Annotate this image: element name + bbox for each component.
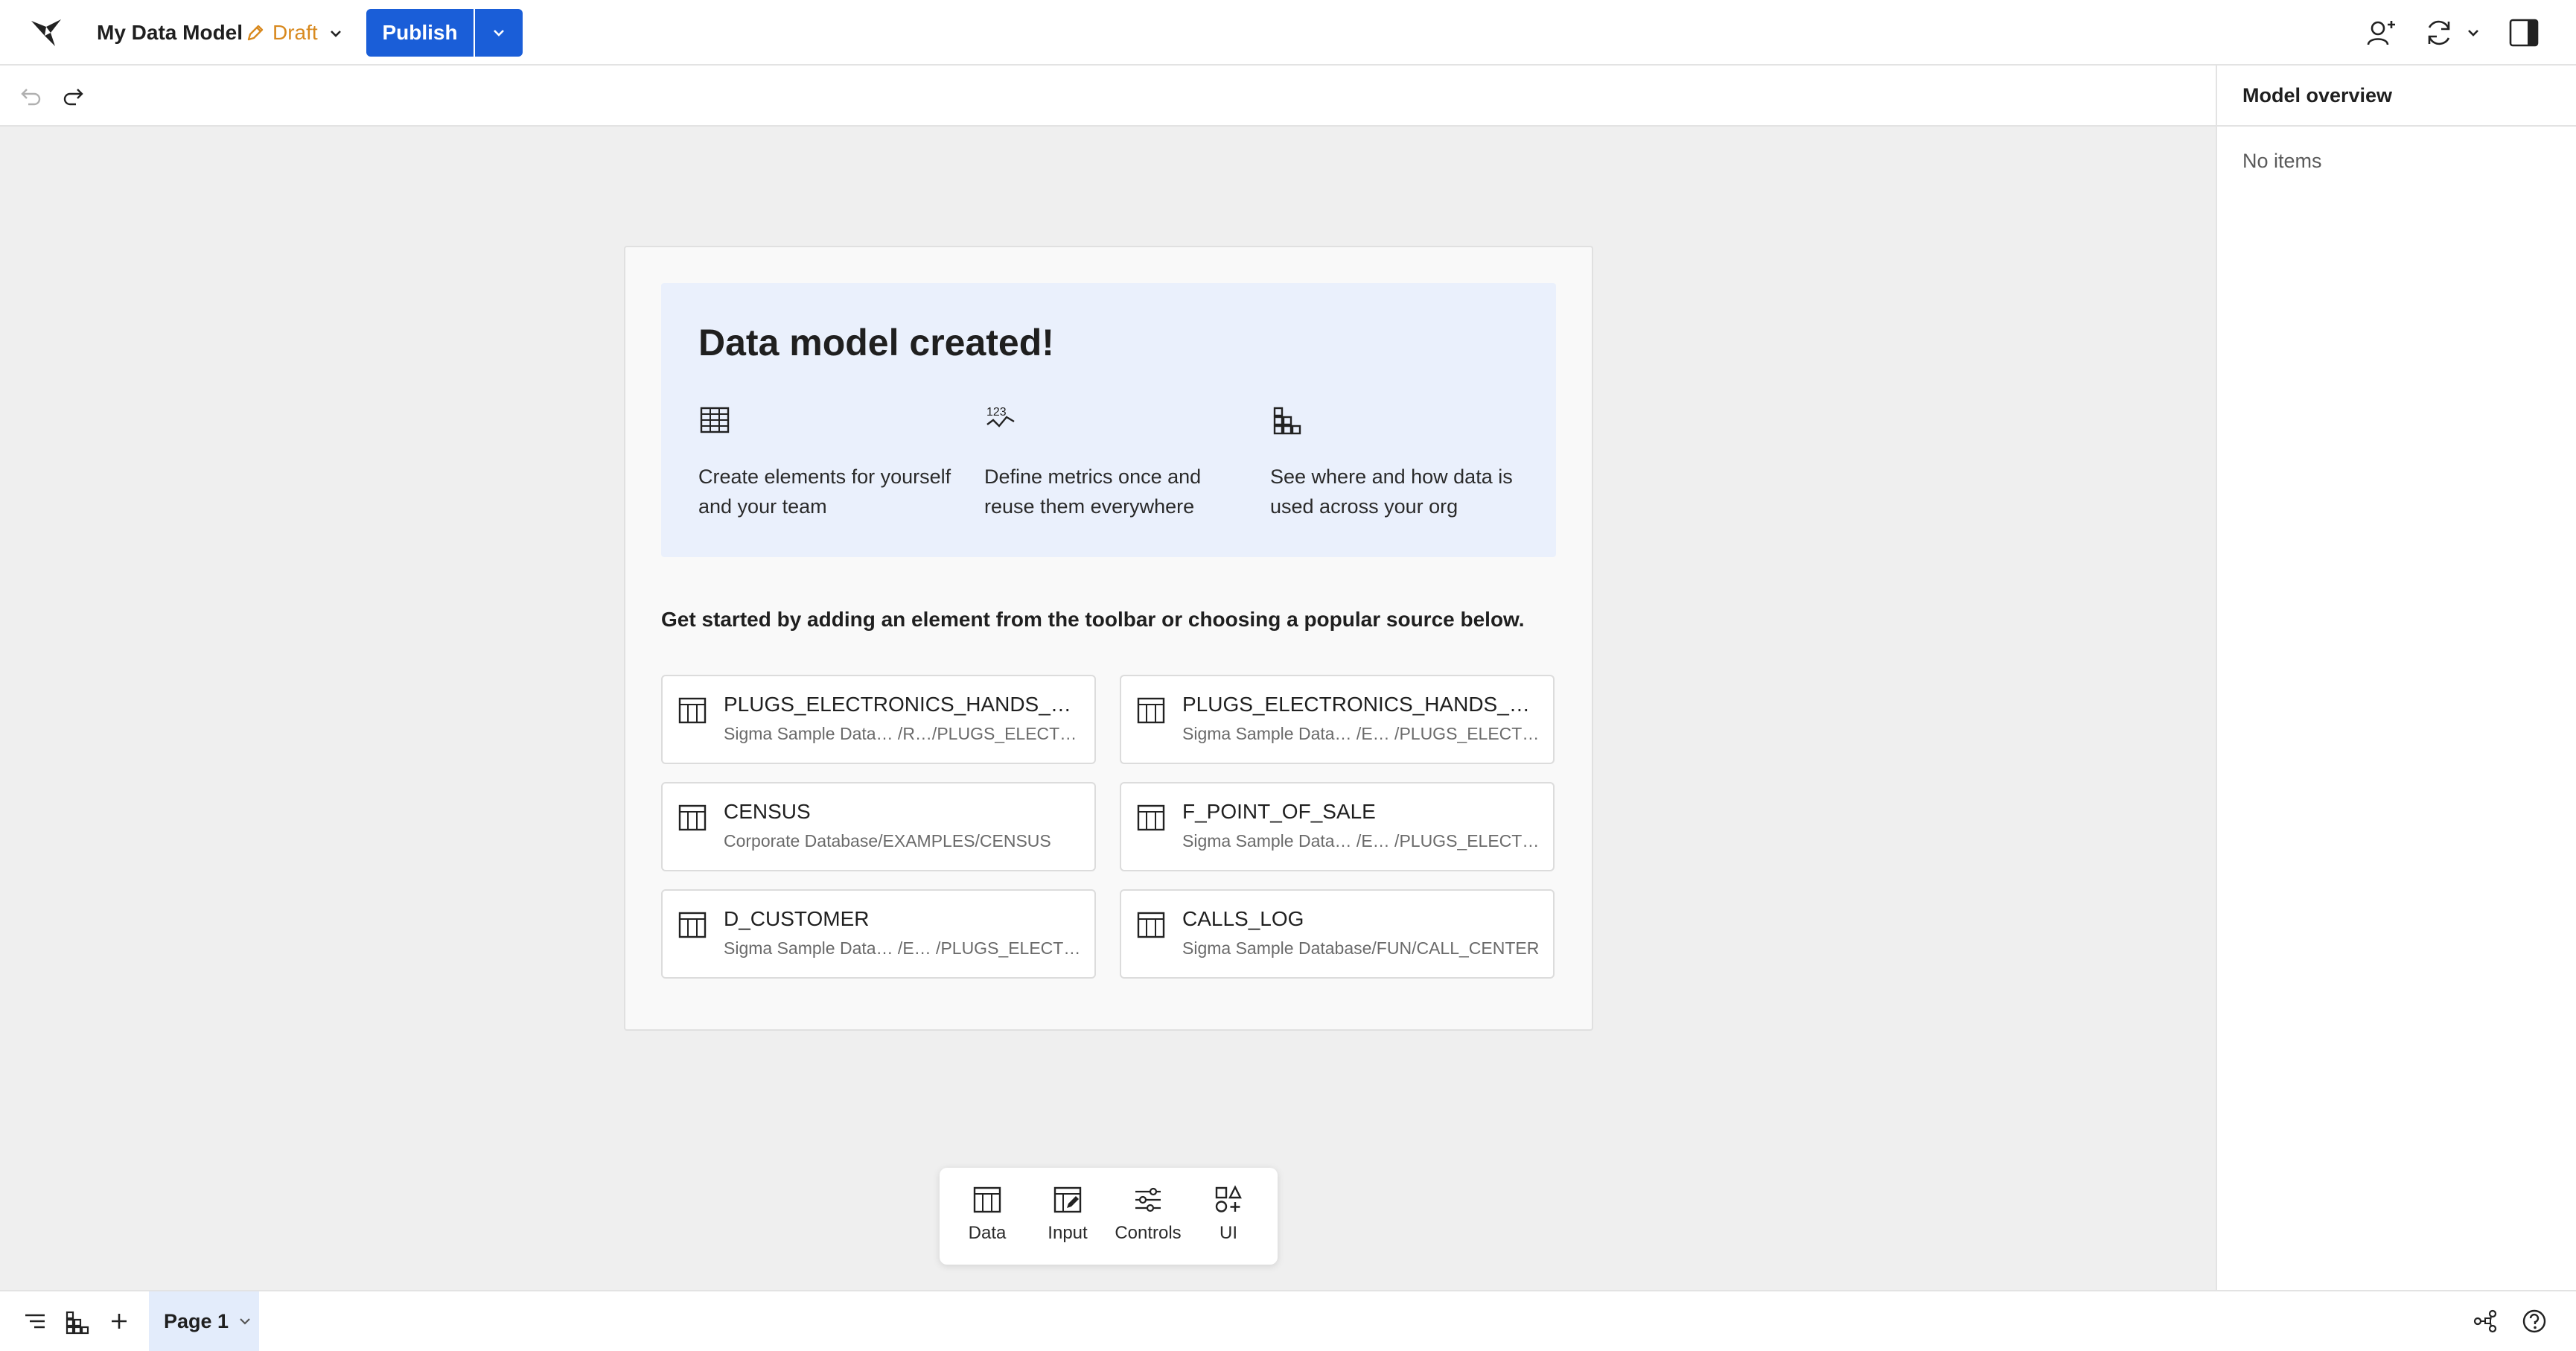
table-grid-icon bbox=[698, 404, 731, 436]
source-path: Sigma Sample Data… /E… /PLUGS_ELECTRO… bbox=[1182, 831, 1540, 851]
source-path: Sigma Sample Database/FUN/CALL_CENTER bbox=[1182, 938, 1540, 958]
table-icon bbox=[678, 696, 707, 725]
redo-icon[interactable] bbox=[61, 85, 85, 106]
table-icon bbox=[1136, 910, 1166, 940]
toolbar-label: Data bbox=[968, 1223, 1007, 1243]
empty-state-text: No items bbox=[2242, 150, 2322, 172]
source-card[interactable]: D_CUSTOMER Sigma Sample Data… /E… /PLUGS… bbox=[661, 889, 1096, 979]
feature-text: Define metrics once and reuse them every… bbox=[984, 465, 1202, 518]
edit-bar bbox=[0, 66, 2216, 127]
refresh-icon[interactable] bbox=[2421, 16, 2457, 49]
sliders-icon bbox=[1132, 1184, 1164, 1215]
source-name: CENSUS bbox=[724, 800, 811, 823]
table-icon bbox=[678, 803, 707, 833]
pencil-icon bbox=[246, 23, 265, 42]
feature-text: See where and how data is used across yo… bbox=[1270, 465, 1513, 518]
chevron-down-icon[interactable] bbox=[237, 1314, 252, 1329]
svg-text:123: 123 bbox=[986, 406, 1007, 419]
source-card[interactable]: F_POINT_OF_SALE Sigma Sample Data… /E… /… bbox=[1120, 782, 1555, 871]
publish-options-button[interactable] bbox=[475, 9, 523, 57]
draft-status[interactable]: Draft bbox=[246, 19, 318, 46]
lineage-icon bbox=[1270, 404, 1303, 436]
table-icon bbox=[972, 1184, 1003, 1215]
publish-button-group: Publish bbox=[366, 9, 523, 57]
source-path: Sigma Sample Data… /E… /PLUGS_ELECTRO… bbox=[1182, 724, 1540, 743]
input-table-icon bbox=[1052, 1184, 1083, 1215]
help-icon[interactable] bbox=[2521, 1308, 2548, 1335]
chevron-down-icon[interactable] bbox=[328, 25, 344, 42]
publish-button[interactable]: Publish bbox=[366, 9, 474, 57]
toolbar-ui-button[interactable]: UI bbox=[1191, 1184, 1266, 1251]
page-tab-label: Page 1 bbox=[164, 1309, 229, 1332]
source-name: CALLS_LOG bbox=[1182, 907, 1304, 930]
source-name: PLUGS_ELECTRONICS_HANDS_ON_L… bbox=[1182, 693, 1540, 716]
source-name: PLUGS_ELECTRONICS_HANDS_ON_L… bbox=[724, 693, 1081, 716]
lineage-icon[interactable] bbox=[64, 1309, 89, 1335]
list-icon[interactable] bbox=[24, 1311, 46, 1332]
source-card[interactable]: CALLS_LOG Sigma Sample Database/FUN/CALL… bbox=[1120, 889, 1555, 979]
table-icon bbox=[1136, 696, 1166, 725]
toolbar-label: Input bbox=[1048, 1223, 1088, 1243]
source-card[interactable]: PLUGS_ELECTRONICS_HANDS_ON_L… Sigma Samp… bbox=[661, 675, 1096, 764]
toolbar-label: UI bbox=[1220, 1223, 1237, 1243]
bottom-bar: Page 1 bbox=[0, 1290, 2576, 1351]
page-tab[interactable]: Page 1 bbox=[149, 1291, 259, 1351]
source-card[interactable]: CENSUS Corporate Database/EXAMPLES/CENSU… bbox=[661, 782, 1096, 871]
toolbar-label: Controls bbox=[1115, 1223, 1182, 1243]
feature-text: Create elements for yourself and your te… bbox=[698, 465, 951, 518]
source-card[interactable]: PLUGS_ELECTRONICS_HANDS_ON_L… Sigma Samp… bbox=[1120, 675, 1555, 764]
welcome-title: Data model created! bbox=[698, 322, 1054, 363]
metrics-123-icon: 123 bbox=[984, 402, 1017, 435]
undo-icon[interactable] bbox=[19, 85, 43, 106]
toolbar-data-button[interactable]: Data bbox=[950, 1184, 1024, 1251]
panel-toggle-icon[interactable] bbox=[2506, 16, 2542, 49]
table-icon bbox=[1136, 803, 1166, 833]
panel-title: Model overview bbox=[2242, 84, 2393, 107]
element-toolbar: Data Input Controls UI bbox=[940, 1168, 1278, 1265]
chevron-down-icon[interactable] bbox=[2463, 22, 2484, 43]
ui-shapes-icon bbox=[1213, 1184, 1244, 1215]
toolbar-input-button[interactable]: Input bbox=[1030, 1184, 1105, 1251]
sigma-logo-icon[interactable] bbox=[28, 16, 66, 49]
document-title[interactable]: My Data Model bbox=[97, 19, 243, 46]
source-name: F_POINT_OF_SALE bbox=[1182, 800, 1376, 823]
source-path: Sigma Sample Data… /R…/PLUGS_ELECTRO… bbox=[724, 724, 1081, 743]
source-path: Sigma Sample Data… /E… /PLUGS_ELECTRO… bbox=[724, 938, 1081, 958]
top-bar: My Data Model Draft Publish bbox=[0, 0, 2576, 66]
table-icon bbox=[678, 910, 707, 940]
share-graph-icon[interactable] bbox=[2472, 1308, 2499, 1335]
draft-label: Draft bbox=[272, 21, 318, 44]
panel-header: Model overview bbox=[2217, 66, 2576, 127]
source-name: D_CUSTOMER bbox=[724, 907, 870, 930]
chevron-down-icon bbox=[490, 24, 508, 42]
source-path: Corporate Database/EXAMPLES/CENSUS bbox=[724, 831, 1051, 851]
model-overview-panel: Model overview No items bbox=[2216, 66, 2576, 1290]
add-user-icon[interactable] bbox=[2363, 16, 2399, 49]
intro-text: Get started by adding an element from th… bbox=[661, 608, 1525, 631]
toolbar-controls-button[interactable]: Controls bbox=[1111, 1184, 1185, 1251]
add-page-plus-icon[interactable] bbox=[109, 1311, 130, 1332]
